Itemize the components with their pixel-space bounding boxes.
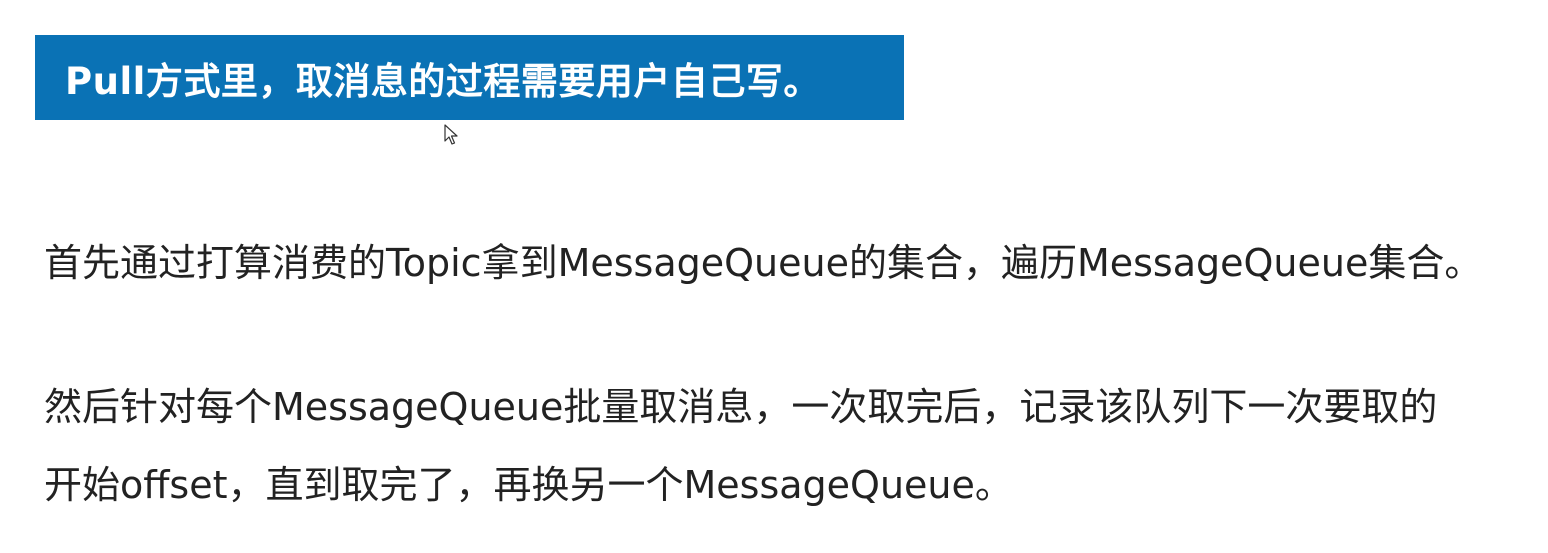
banner-title: Pull方式里，取消息的过程需要用户自己写。: [65, 59, 821, 103]
title-banner: Pull方式里，取消息的过程需要用户自己写。: [35, 35, 904, 120]
paragraph-topic-queues: 首先通过打算消费的Topic拿到MessageQueue的集合，遍历Messag…: [44, 224, 1482, 302]
paragraph-batch-pull: 然后针对每个MessageQueue批量取消息，一次取完后，记录该队列下一次要取…: [44, 368, 1437, 524]
mouse-pointer-icon: [444, 124, 458, 145]
paragraph-line: 然后针对每个MessageQueue批量取消息，一次取完后，记录该队列下一次要取…: [44, 385, 1438, 429]
paragraph-line: 首先通过打算消费的Topic拿到MessageQueue的集合，遍历Messag…: [44, 241, 1483, 285]
paragraph-line: 开始offset，直到取完了，再换另一个MessageQueue。: [44, 463, 1013, 507]
